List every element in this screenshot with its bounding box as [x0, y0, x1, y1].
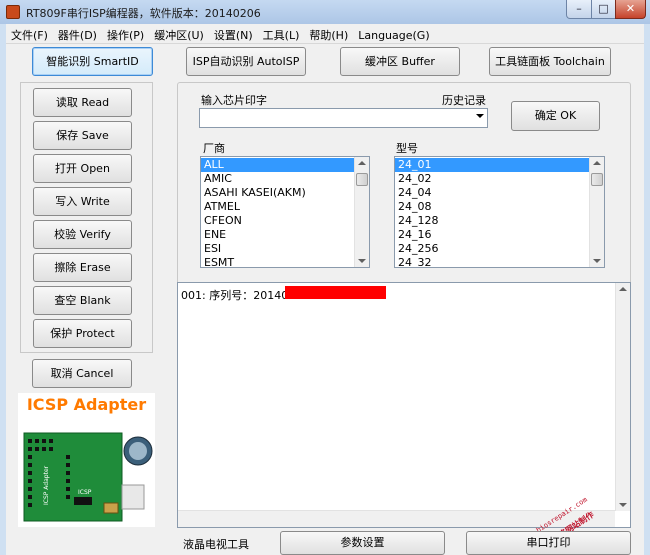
vendor-item[interactable]: CFEON	[201, 214, 369, 228]
adapter-board-illustration: ICSP Adapter ICSP	[23, 432, 153, 522]
save-button[interactable]: 保存 Save	[33, 121, 132, 150]
app-icon	[6, 5, 20, 19]
model-item[interactable]: 24_16	[395, 228, 604, 242]
scroll-up-icon[interactable]	[619, 287, 627, 291]
vendor-label: 厂商	[203, 142, 225, 155]
write-button[interactable]: 写入 Write	[33, 187, 132, 216]
chip-input-label: 输入芯片印字	[201, 94, 267, 107]
menu-device[interactable]: 器件(D)	[53, 24, 102, 44]
model-item[interactable]: 24_32	[395, 256, 604, 267]
menu-file[interactable]: 文件(F)	[6, 24, 53, 44]
vendor-item[interactable]: ESI	[201, 242, 369, 256]
model-item[interactable]: 24_01	[395, 158, 604, 172]
serial-print-button[interactable]: 串口打印	[466, 531, 631, 555]
model-item[interactable]: 24_04	[395, 186, 604, 200]
buffer-button[interactable]: 缓冲区 Buffer	[340, 47, 460, 76]
model-item[interactable]: 24_256	[395, 242, 604, 256]
menu-bar: 文件(F) 器件(D) 操作(P) 缓冲区(U) 设置(N) 工具(L) 帮助(H) Lang…	[6, 24, 644, 44]
menu-help[interactable]: 帮助(H)	[304, 24, 353, 44]
protect-button[interactable]: 保护 Protect	[33, 319, 132, 348]
model-scrollbar[interactable]	[589, 157, 604, 267]
param-settings-button[interactable]: 参数设置	[280, 531, 445, 555]
model-item[interactable]: 24_08	[395, 200, 604, 214]
open-button[interactable]: 打开 Open	[33, 154, 132, 183]
chip-input-combobox[interactable]	[199, 108, 488, 128]
scroll-down-icon[interactable]	[593, 259, 601, 263]
menu-operation[interactable]: 操作(P)	[102, 24, 149, 44]
minimize-button[interactable]: –	[566, 0, 592, 19]
adapter-board-label: ICSP Adapter	[43, 465, 50, 505]
read-button[interactable]: 读取 Read	[33, 88, 132, 117]
vendor-item[interactable]: ESMT	[201, 256, 369, 267]
menu-language[interactable]: Language(G)	[353, 26, 434, 46]
menu-buffer[interactable]: 缓冲区(U)	[149, 24, 209, 44]
maximize-button[interactable]: □	[591, 0, 616, 19]
menu-tools[interactable]: 工具(L)	[258, 24, 305, 44]
vendor-item[interactable]: ALL	[201, 158, 369, 172]
icsp-adapter-image: ICSP Adapter ICSP Adapter ICSP	[18, 393, 155, 527]
title-bar[interactable]: RT809F串行ISP编程器，软件版本：20140206 – □ ✕	[0, 0, 650, 24]
scroll-down-icon[interactable]	[358, 259, 366, 263]
serial-redaction	[285, 286, 386, 299]
chevron-down-icon[interactable]	[476, 114, 484, 118]
erase-button[interactable]: 擦除 Erase	[33, 253, 132, 282]
scroll-up-icon[interactable]	[358, 161, 366, 165]
vendor-item[interactable]: ENE	[201, 228, 369, 242]
smartid-button[interactable]: 智能识别 SmartID	[32, 47, 153, 76]
autoisp-button[interactable]: ISP自动识别 AutoISP	[186, 47, 306, 76]
vendor-listbox[interactable]: ALL AMIC ASAHI KASEI(AKM) ATMEL CFEON EN…	[200, 156, 370, 268]
toolchain-button[interactable]: 工具链面板 Toolchain	[489, 47, 611, 76]
adapter-chip-label: ICSP	[78, 489, 92, 496]
model-listbox[interactable]: 24_01 24_02 24_04 24_08 24_128 24_16 24_…	[394, 156, 605, 268]
vendor-scroll-thumb[interactable]	[356, 173, 368, 186]
model-item[interactable]: 24_02	[395, 172, 604, 186]
blank-button[interactable]: 查空 Blank	[33, 286, 132, 315]
ok-button[interactable]: 确定 OK	[511, 101, 600, 131]
close-button[interactable]: ✕	[615, 0, 646, 19]
verify-button[interactable]: 校验 Verify	[33, 220, 132, 249]
log-line: 001: 序列号：20140	[181, 289, 289, 302]
model-item[interactable]: 24_128	[395, 214, 604, 228]
model-label: 型号	[396, 142, 418, 155]
vendor-item[interactable]: ATMEL	[201, 200, 369, 214]
vendor-item[interactable]: ASAHI KASEI(AKM)	[201, 186, 369, 200]
vendor-item[interactable]: AMIC	[201, 172, 369, 186]
lcd-tool-label: 液晶电视工具	[183, 538, 249, 551]
history-label: 历史记录	[442, 94, 486, 107]
scroll-up-icon[interactable]	[593, 161, 601, 165]
menu-settings[interactable]: 设置(N)	[209, 24, 258, 44]
window-title: RT809F串行ISP编程器，软件版本：20140206	[26, 7, 261, 20]
main-client: 智能识别 SmartID ISP自动识别 AutoISP 缓冲区 Buffer …	[6, 44, 644, 555]
model-scroll-thumb[interactable]	[591, 173, 603, 186]
cancel-button[interactable]: 取消 Cancel	[32, 359, 132, 388]
vendor-scrollbar[interactable]	[354, 157, 369, 267]
